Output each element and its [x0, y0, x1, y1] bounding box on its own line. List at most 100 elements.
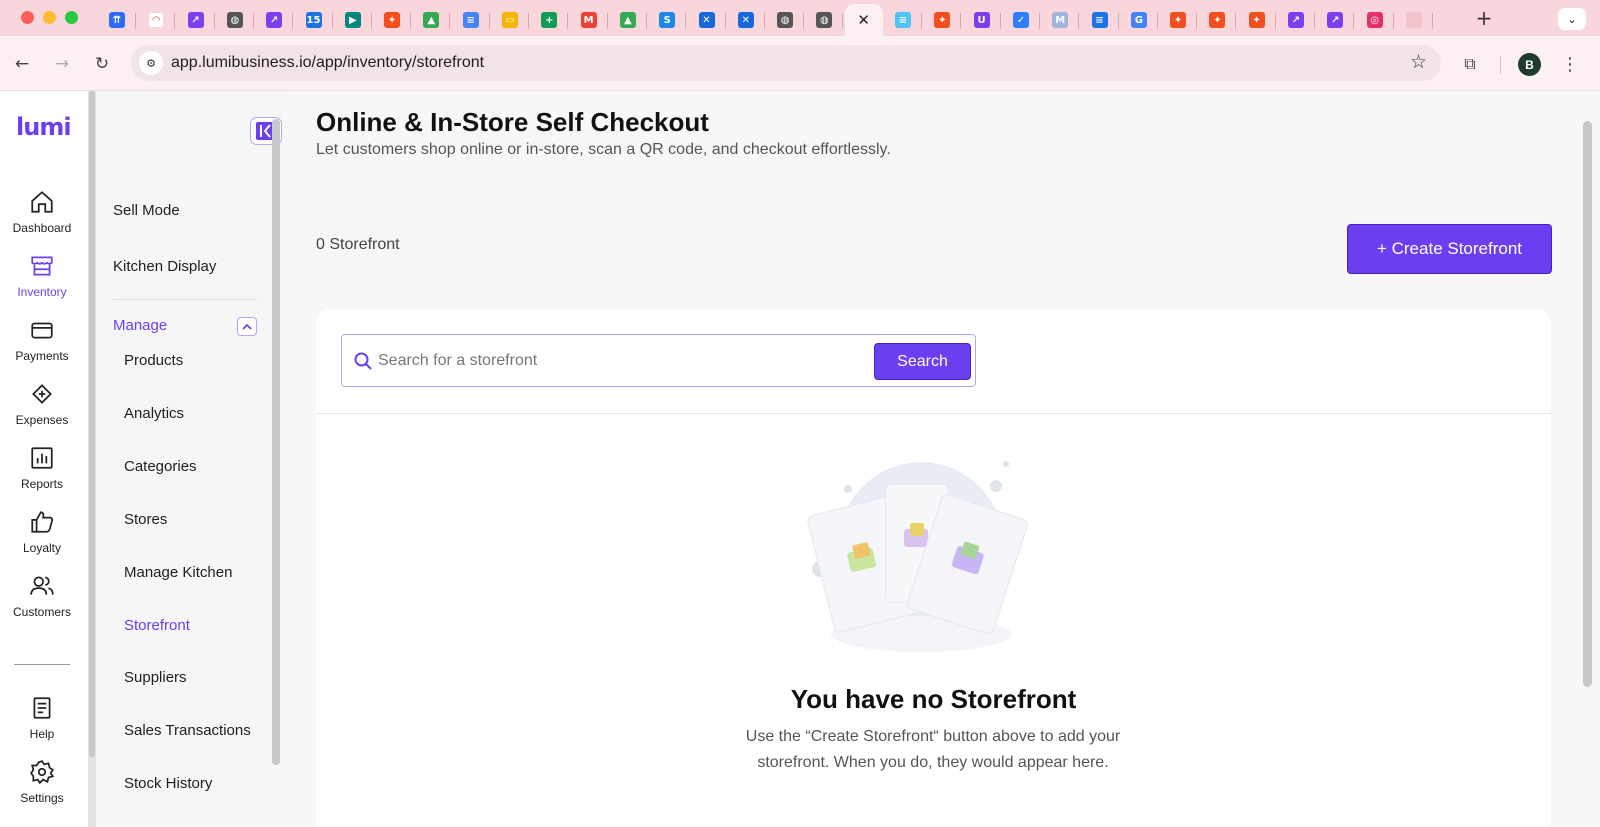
site-info-icon[interactable]: ⚙	[139, 51, 163, 75]
browser-tab[interactable]: 15	[295, 4, 333, 36]
storefront-count: 0 Storefront	[316, 236, 400, 253]
rail-item-help[interactable]: Help	[0, 695, 84, 755]
browser-tab[interactable]: ↗	[1277, 4, 1315, 36]
browser-tab[interactable]: ✓	[1002, 4, 1040, 36]
subnav-item-suppliers[interactable]: Suppliers	[124, 669, 187, 686]
browser-tab[interactable]: ✦	[1159, 4, 1198, 36]
subnav-item-storefront[interactable]: Storefront	[124, 617, 190, 634]
rail-item-customers[interactable]: Customers	[0, 573, 84, 633]
tab-separator	[1156, 13, 1158, 29]
address-bar[interactable]: ⚙ app.lumibusiness.io/app/inventory/stor…	[131, 45, 1441, 81]
browser-tab[interactable]: ◠	[137, 4, 176, 36]
browser-tab[interactable]: ▶	[334, 4, 372, 36]
reload-button[interactable]: ↻	[88, 50, 116, 78]
browser-toolbar: ← → ↻ ⚙ app.lumibusiness.io/app/inventor…	[0, 36, 1600, 91]
browser-tab[interactable]	[1395, 4, 1433, 36]
browser-tab[interactable]: ◎	[1356, 4, 1394, 36]
rail-item-expenses[interactable]: Expenses	[0, 381, 84, 441]
tab-separator	[1235, 13, 1237, 29]
tab-separator	[960, 13, 962, 29]
browser-tab[interactable]: ⇈	[98, 4, 136, 36]
rail-item-loyalty[interactable]: Loyalty	[0, 509, 84, 569]
browser-tab[interactable]: ↗	[255, 4, 294, 36]
browser-tab[interactable]: ◍	[766, 4, 805, 36]
browser-tab[interactable]: M	[1041, 4, 1080, 36]
subnav-item-products[interactable]: Products	[124, 352, 183, 369]
back-button[interactable]: ←	[8, 50, 36, 78]
rail-label: Loyalty	[22, 541, 62, 555]
profile-avatar[interactable]: B	[1518, 53, 1541, 76]
subnav-item-manage-kitchen[interactable]: Manage Kitchen	[124, 564, 232, 581]
subnav-scrollbar-thumb[interactable]	[272, 119, 280, 765]
tab-separator	[1274, 13, 1276, 29]
rail-item-inventory[interactable]: Inventory	[0, 253, 84, 313]
figma-icon: ✦	[384, 12, 401, 28]
rail-label: Help	[29, 727, 55, 741]
window-close-button[interactable]	[21, 11, 34, 24]
search-input[interactable]	[378, 345, 858, 377]
search-field[interactable]: Search	[341, 334, 976, 387]
browser-tab[interactable]: ≡	[1081, 4, 1119, 36]
forward-button[interactable]: →	[48, 50, 76, 78]
browser-tab[interactable]: ▲	[609, 4, 647, 36]
subnav-item-sell-mode[interactable]: Sell Mode	[113, 202, 180, 219]
window-minimize-button[interactable]	[43, 11, 56, 24]
confluence-icon: ✕	[698, 12, 715, 28]
browser-tab[interactable]: G	[1120, 4, 1158, 36]
rail-item-reports[interactable]: Reports	[0, 445, 84, 505]
browser-tab[interactable]: ✕	[688, 4, 726, 36]
browser-tab[interactable]: ≡	[884, 4, 922, 36]
subnav-section-manage[interactable]: Manage	[113, 317, 167, 334]
subnav-item-categories[interactable]: Categories	[124, 458, 197, 475]
browser-tab[interactable]: ↗	[177, 4, 215, 36]
browser-tab[interactable]: ✦	[373, 4, 412, 36]
create-storefront-button[interactable]: + Create Storefront	[1347, 224, 1552, 274]
rail-item-dashboard[interactable]: Dashboard	[0, 189, 84, 249]
browser-tab[interactable]: ✦	[923, 4, 962, 36]
calendar-icon: 15	[305, 12, 322, 28]
browser-tab[interactable]: ◍	[805, 4, 844, 36]
search-button[interactable]: Search	[874, 343, 971, 380]
tab-separator	[763, 13, 765, 29]
new-tab-button[interactable]: +	[1470, 4, 1498, 32]
browser-tab[interactable]: ↗	[1316, 4, 1355, 36]
subnav-item-sales-transactions[interactable]: Sales Transactions	[124, 722, 251, 739]
tab-search-button[interactable]: ⌄	[1558, 8, 1586, 30]
browser-menu-icon[interactable]: ⋮	[1560, 50, 1580, 78]
browser-tab[interactable]: U	[963, 4, 1001, 36]
lumi-logo[interactable]: LUMI	[16, 113, 72, 141]
rail-scrollbar-thumb[interactable]	[89, 91, 95, 757]
tab-separator	[1078, 13, 1080, 29]
browser-tab[interactable]: ✕	[727, 4, 765, 36]
app-root: LUMI Dashboard Inventory Payments Expens…	[0, 91, 1600, 827]
browser-tab[interactable]: S	[648, 4, 687, 36]
subnav-item-kitchen-display[interactable]: Kitchen Display	[113, 258, 216, 275]
subnav-item-analytics[interactable]: Analytics	[124, 405, 184, 422]
browser-tab[interactable]: ◍	[216, 4, 254, 36]
browser-tab[interactable]: ✦	[1198, 4, 1237, 36]
rail-label: Settings	[20, 791, 64, 805]
rail-item-settings[interactable]: Settings	[0, 759, 84, 819]
manage-collapse-toggle[interactable]	[237, 317, 257, 336]
tab-separator	[1314, 13, 1315, 29]
browser-tab[interactable]: ✕	[844, 4, 883, 36]
bookmark-star-icon[interactable]: ☆	[1410, 51, 1427, 73]
main-scrollbar-thumb[interactable]	[1583, 121, 1592, 687]
browser-tab[interactable]: ▲	[412, 4, 451, 36]
window-zoom-button[interactable]	[65, 11, 78, 24]
rail-item-payments[interactable]: Payments	[0, 317, 84, 377]
url-text[interactable]: app.lumibusiness.io/app/inventory/storef…	[171, 54, 484, 72]
browser-tab[interactable]: ▭	[491, 4, 529, 36]
subnav-item-stock-history[interactable]: Stock History	[124, 775, 212, 792]
tab-separator	[1117, 13, 1119, 29]
docs-icon: ≡	[1091, 12, 1108, 28]
monday-icon: ◠	[148, 12, 165, 28]
browser-tab[interactable]: ≡	[452, 4, 490, 36]
browser-tab[interactable]: ✦	[1238, 4, 1276, 36]
close-icon[interactable]: ✕	[857, 11, 870, 29]
extensions-icon[interactable]: ⧉	[1456, 50, 1484, 78]
subnav-item-stores[interactable]: Stores	[124, 511, 167, 528]
browser-tab[interactable]: M	[570, 4, 608, 36]
tab-separator	[606, 13, 608, 29]
browser-tab[interactable]: +	[530, 4, 569, 36]
